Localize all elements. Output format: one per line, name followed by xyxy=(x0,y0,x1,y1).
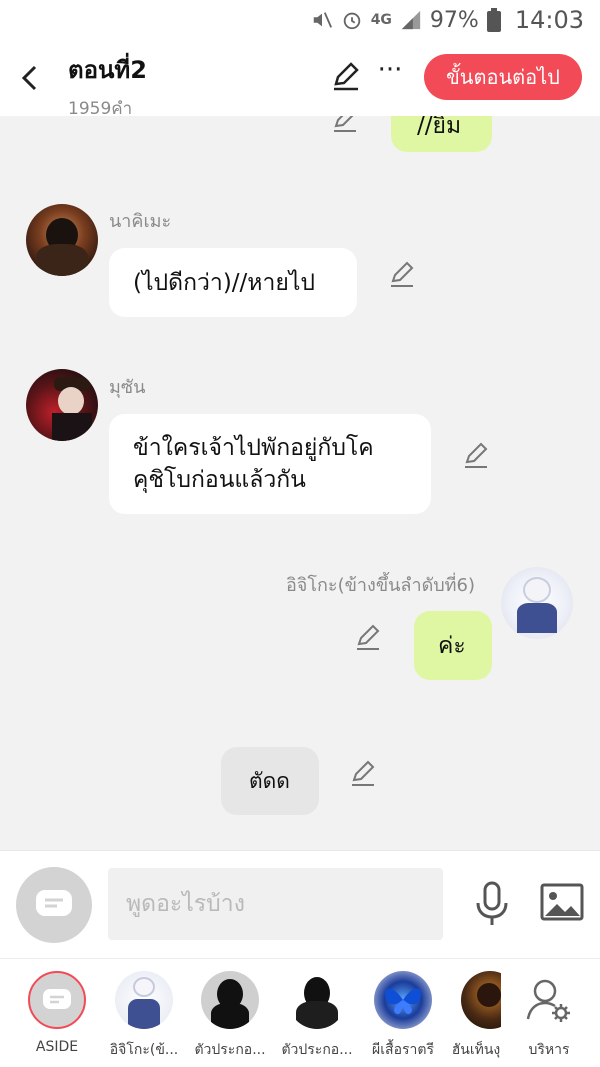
character-label: ผีเสื้อราตรี xyxy=(372,1042,434,1058)
avatar[interactable] xyxy=(501,567,573,639)
status-bar: 4G 97% 14:03 xyxy=(0,0,600,40)
sender-name: มุซัน xyxy=(109,377,146,398)
character-hantengu[interactable]: ฮันเท็นงุ xyxy=(451,971,501,1063)
avatar xyxy=(115,971,173,1029)
mute-icon xyxy=(313,12,332,28)
edit-message-icon[interactable] xyxy=(353,622,383,652)
character-label: ฮันเท็นงุ xyxy=(451,1042,501,1058)
edit-button[interactable] xyxy=(330,60,362,92)
pencil-icon xyxy=(334,62,359,91)
speech-bubble-icon xyxy=(43,989,71,1009)
avatar xyxy=(288,971,346,1029)
character-label: บริหาร xyxy=(528,1042,570,1058)
character-label: ASIDE xyxy=(35,1039,79,1055)
message-text: ตัดด xyxy=(249,769,290,793)
image-icon xyxy=(540,883,584,921)
character-label: ตัวประกอ... xyxy=(194,1042,266,1058)
edit-message-icon[interactable] xyxy=(461,440,491,470)
message-text-line: ข้าใครเจ้าไปพักอยู่กับโค xyxy=(133,435,374,461)
manage-characters[interactable]: บริหาร xyxy=(510,971,588,1063)
avatar xyxy=(201,971,259,1029)
character-selector: ASIDE อิจิโกะ(ข้... ตัวประกอ... ตัวประกอ… xyxy=(0,958,600,1067)
character-label: ตัวประกอ... xyxy=(281,1042,353,1058)
message-text: ค่ะ xyxy=(438,633,466,659)
edit-message-icon[interactable] xyxy=(330,116,360,134)
character-label: อิจิโกะ(ข้... xyxy=(109,1042,179,1058)
composer-bar xyxy=(0,850,600,958)
top-app-bar: ตอนที่2 1959คำ ··· ขั้นตอนต่อไป xyxy=(0,40,600,119)
sender-name: อิจิโกะ(ข้างขึ้นลำดับที่6) xyxy=(286,575,476,596)
page-title: ตอนที่2 xyxy=(68,56,147,84)
network-label: 4G xyxy=(370,12,392,28)
sender-name: นาคิเมะ xyxy=(109,211,172,232)
more-options-button[interactable]: ··· xyxy=(374,56,406,92)
title-block: ตอนที่2 1959คำ xyxy=(68,50,147,122)
message-bubble[interactable]: ข้าใครเจ้าไปพักอยู่กับโค คุชิโบก่อนแล้วก… xyxy=(109,414,431,514)
aside-avatar xyxy=(28,971,86,1029)
character-aside[interactable]: ASIDE xyxy=(18,971,96,1063)
manage-icon-wrap xyxy=(520,971,578,1029)
message-bubble[interactable]: //ยิ้ม xyxy=(391,116,492,152)
edit-message-icon[interactable] xyxy=(387,259,417,289)
message-input[interactable] xyxy=(108,868,443,940)
battery-icon xyxy=(486,8,501,32)
image-upload-button[interactable] xyxy=(540,883,584,923)
avatar[interactable] xyxy=(26,369,98,441)
microphone-icon xyxy=(476,881,508,925)
status-icons: 4G 97% 14:03 xyxy=(311,6,584,34)
alarm-icon xyxy=(343,12,360,30)
message-text-line: คุชิโบก่อนแล้วกัน xyxy=(133,467,306,493)
avatar xyxy=(374,971,432,1029)
speech-bubble-icon xyxy=(36,890,72,916)
back-button[interactable] xyxy=(12,58,48,98)
narration-bubble[interactable]: ตัดด xyxy=(221,747,319,815)
character-night-butterfly[interactable]: ผีเสื้อราตรี xyxy=(364,971,442,1063)
more-icon: ··· xyxy=(377,55,403,85)
message-text: (ไปดีกว่า)//หายไป xyxy=(133,270,316,296)
clock: 14:03 xyxy=(514,6,584,34)
signal-icon xyxy=(401,10,421,30)
battery-percent: 97% xyxy=(429,7,479,33)
message-bubble[interactable]: (ไปดีกว่า)//หายไป xyxy=(109,248,357,317)
next-step-button[interactable]: ขั้นตอนต่อไป xyxy=(424,54,582,100)
avatar xyxy=(461,971,501,1029)
aside-toggle-button[interactable] xyxy=(16,867,92,943)
character-extra-2[interactable]: ตัวประกอ... xyxy=(278,971,356,1063)
user-settings-icon xyxy=(526,979,570,1022)
message-bubble[interactable]: ค่ะ xyxy=(414,611,492,680)
microphone-button[interactable] xyxy=(472,881,512,927)
message-text: //ยิ้ม xyxy=(417,116,462,139)
edit-message-icon[interactable] xyxy=(348,758,378,788)
chat-area[interactable]: //ยิ้ม นาคิเมะ (ไปดีกว่า)//หายไป มุซัน ข… xyxy=(0,116,600,850)
avatar[interactable] xyxy=(26,204,98,276)
butterfly-icon xyxy=(385,988,421,1015)
character-ichigo[interactable]: อิจิโกะ(ข้... xyxy=(105,971,183,1063)
character-extra-1[interactable]: ตัวประกอ... xyxy=(191,971,269,1063)
chevron-left-icon xyxy=(21,65,37,91)
